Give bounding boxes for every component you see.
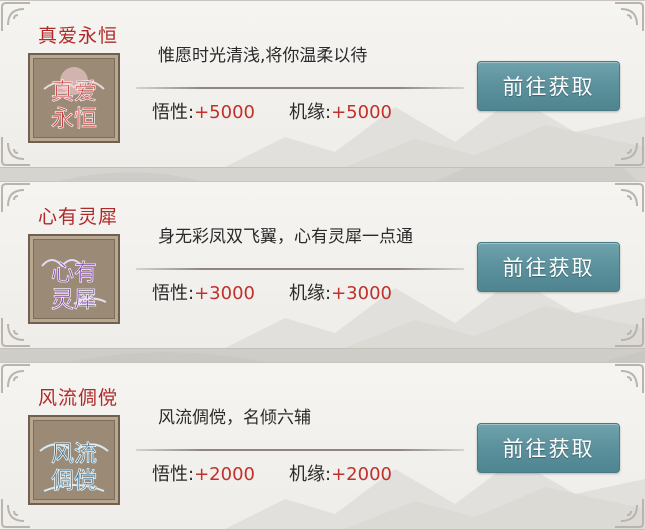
stat-label: 机缘:: [289, 283, 332, 304]
card-title: 真爱永恒: [38, 25, 119, 47]
stat-value: +2000: [194, 464, 255, 485]
card-title: 风流倜傥: [38, 387, 119, 409]
stat-label: 机缘:: [289, 464, 332, 485]
stat-value: +5000: [194, 102, 255, 123]
corner-ornament-icon: [615, 137, 644, 166]
stat-jiyuan: 机缘:+5000: [289, 98, 392, 124]
corner-ornament-icon: [615, 183, 644, 212]
stat-value: +3000: [194, 283, 255, 304]
stat-wuxing: 悟性:+3000: [152, 279, 255, 305]
stat-label: 悟性:: [152, 283, 195, 304]
corner-ornament-icon: [615, 499, 644, 528]
stat-label: 悟性:: [152, 464, 195, 485]
stat-wuxing: 悟性:+5000: [152, 98, 255, 124]
title-card: 心有灵犀 心有 灵犀 身无彩凤双飞翼，心有灵犀一点通 悟性:+3000 机缘:+…: [0, 181, 645, 349]
corner-ornament-icon: [1, 183, 30, 212]
go-obtain-button[interactable]: 前往获取: [477, 61, 620, 111]
stat-wuxing: 悟性:+2000: [152, 460, 255, 486]
stat-label: 悟性:: [152, 102, 195, 123]
emblem-text-line1: 真爱: [51, 79, 97, 105]
corner-ornament-icon: [615, 2, 644, 31]
corner-ornament-icon: [1, 364, 30, 393]
go-obtain-button[interactable]: 前往获取: [477, 423, 620, 473]
stat-value: +3000: [331, 283, 392, 304]
title-emblem-icon: 风流 倜傥: [28, 415, 120, 505]
stat-jiyuan: 机缘:+3000: [289, 279, 392, 305]
card-description: 风流倜傥，名倾六辅: [158, 408, 311, 428]
stat-value: +2000: [331, 464, 392, 485]
stat-jiyuan: 机缘:+2000: [289, 460, 392, 486]
divider-line: [136, 449, 464, 451]
title-card: 风流倜傥 风流 倜傥 风流倜傥，名倾六辅 悟性:+2000 机缘:+2000 前…: [0, 362, 645, 530]
divider-line: [136, 268, 464, 270]
title-emblem-icon: 心有 灵犀: [28, 234, 120, 324]
stat-value: +5000: [331, 102, 392, 123]
emblem-text-line2: 永恒: [51, 106, 97, 132]
title-card: 真爱永恒 真爱 永恒 惟愿时光清浅,将你温柔以待 悟性:+5000 机缘:+50…: [0, 0, 645, 168]
title-emblem-icon: 真爱 永恒: [28, 53, 120, 143]
go-obtain-button[interactable]: 前往获取: [477, 242, 620, 292]
emblem-text-line2: 灵犀: [51, 287, 97, 313]
emblem-text-line1: 心有: [51, 260, 97, 286]
stat-label: 机缘:: [289, 102, 332, 123]
card-description: 惟愿时光清浅,将你温柔以待: [158, 46, 368, 66]
emblem-text-line2: 倜傥: [51, 468, 97, 494]
corner-ornament-icon: [1, 2, 30, 31]
divider-line: [136, 87, 464, 89]
corner-ornament-icon: [615, 318, 644, 347]
card-description: 身无彩凤双飞翼，心有灵犀一点通: [158, 227, 413, 247]
corner-ornament-icon: [615, 364, 644, 393]
emblem-text-line1: 风流: [51, 441, 97, 467]
card-title: 心有灵犀: [38, 206, 119, 228]
